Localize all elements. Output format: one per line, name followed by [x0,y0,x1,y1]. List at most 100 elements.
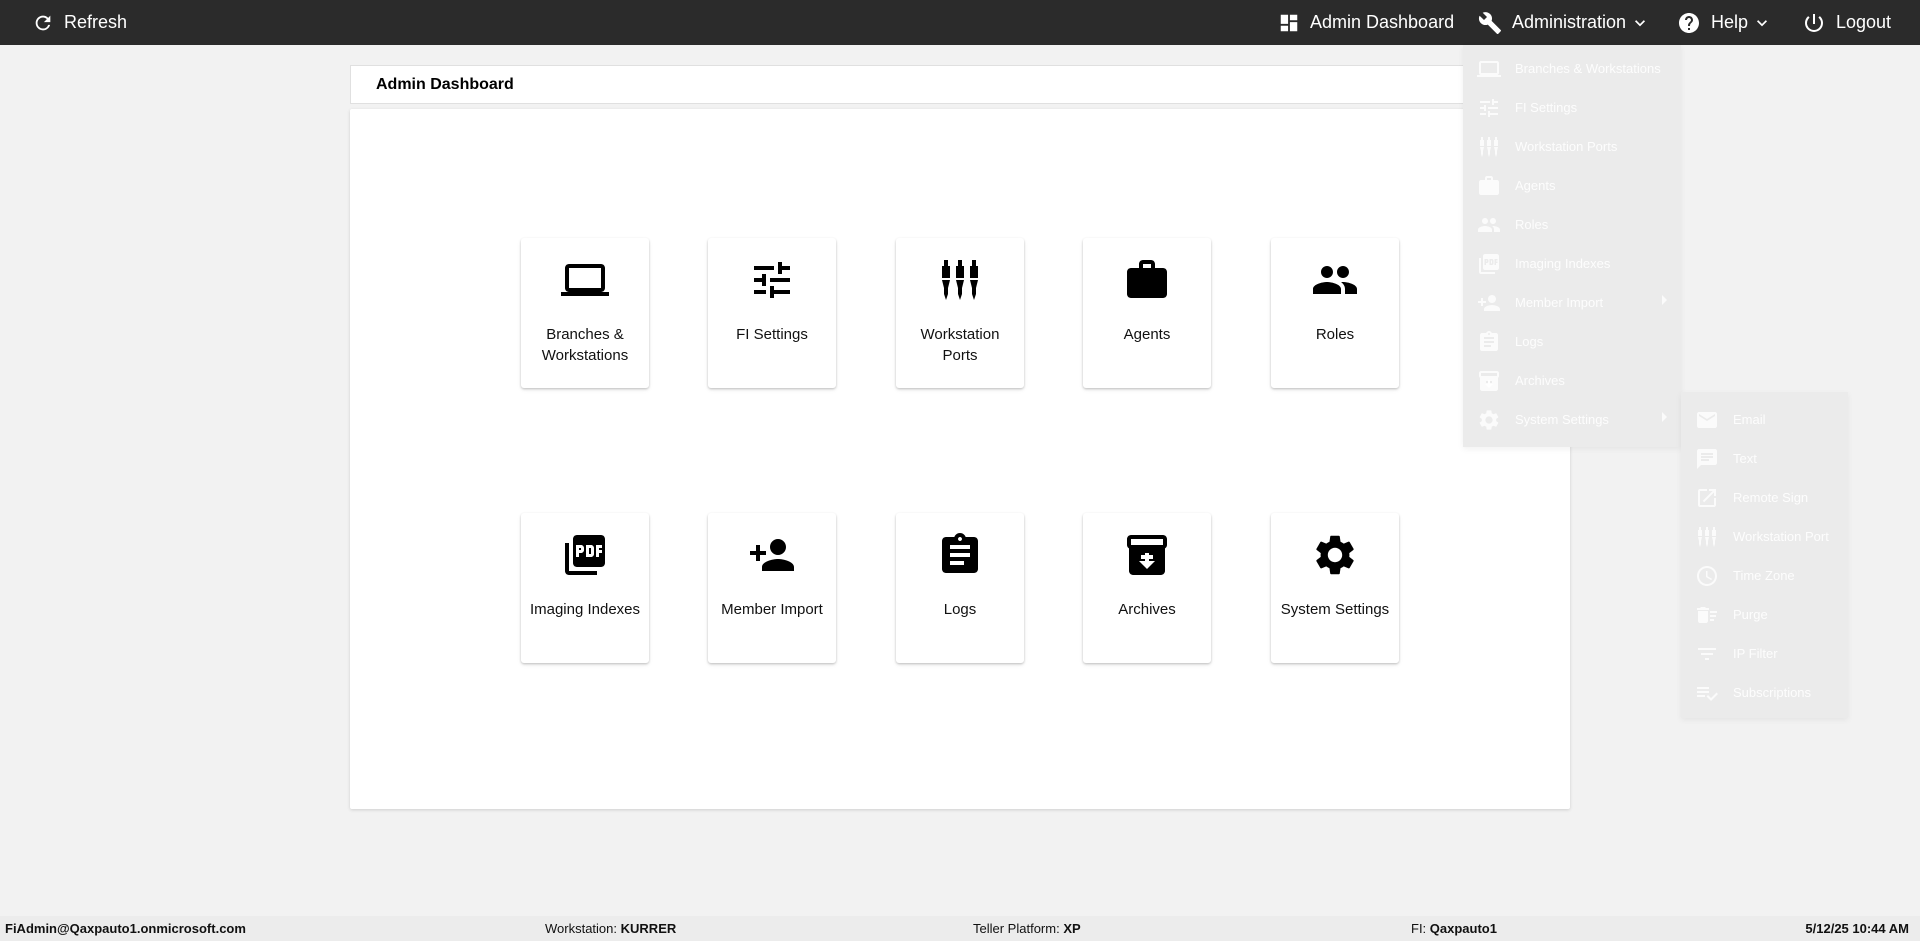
menu-item-label: Imaging Indexes [1515,256,1611,271]
tile-label: Agents [1123,326,1171,343]
menu-item-label: Workstation Port [1733,529,1829,544]
playlist-check-icon [1695,681,1719,705]
menu-item-imaging-indexes[interactable]: Imaging Indexes [1463,244,1681,283]
submenu-item-time-zone[interactable]: Time Zone [1681,556,1848,595]
laptop-icon [1477,57,1501,81]
clock-icon [1695,564,1719,588]
gear-icon [1477,408,1501,432]
menu-item-agents[interactable]: Agents [1463,166,1681,205]
tile-agents[interactable]: Agents [1083,238,1211,388]
person-add-icon [708,531,836,579]
menu-item-member-import[interactable]: Member Import [1463,283,1681,322]
clipboard-icon [896,531,1024,579]
menu-item-label: Member Import [1515,295,1604,310]
tile-label: Roles [1315,326,1355,343]
menu-item-label: FI Settings [1515,100,1578,115]
tile-member-import[interactable]: Member Import [708,513,836,663]
status-datetime: 5/12/25 10:44 AM [1805,916,1909,941]
tile-label: Logs [943,601,977,618]
menu-item-roles[interactable]: Roles [1463,205,1681,244]
tile-archives[interactable]: Archives [1083,513,1211,663]
tile-label: Workstation Ports [920,326,1000,364]
submenu-item-subscriptions[interactable]: Subscriptions [1681,673,1848,712]
tile-workstation-ports[interactable]: Workstation Ports [896,238,1024,388]
wrench-icon [1478,11,1502,35]
dashboard-icon [1278,12,1300,34]
submenu-item-text[interactable]: Text [1681,439,1848,478]
status-datetime-value: 5/12/25 10:44 AM [1805,921,1909,936]
status-workstation: Workstation: KURRER [545,916,676,941]
administration-menu-button[interactable]: Administration [1478,0,1650,45]
tile-label: System Settings [1280,601,1390,618]
status-user: FiAdmin@Qaxpauto1.onmicrosoft.com [5,916,246,941]
menu-item-fi-settings[interactable]: FI Settings [1463,88,1681,127]
gear-icon [1271,531,1399,579]
menu-item-label: Time Zone [1733,568,1795,583]
chevron-down-icon [1630,13,1650,33]
menu-item-branches-workstations[interactable]: Branches & Workstations [1463,49,1681,88]
logout-label: Logout [1836,12,1892,32]
ports-icon [896,256,1024,304]
help-menu-button[interactable]: Help [1677,0,1772,45]
menu-item-archives[interactable]: Archives [1463,361,1681,400]
submenu-item-purge[interactable]: Purge [1681,595,1848,634]
clipboard-icon [1477,330,1501,354]
logout-button[interactable]: Logout [1802,0,1891,45]
menu-item-workstation-ports[interactable]: Workstation Ports [1463,127,1681,166]
laptop-icon [521,256,649,304]
briefcase-icon [1083,256,1211,304]
briefcase-icon [1477,174,1501,198]
tile-logs[interactable]: Logs [896,513,1024,663]
tile-imaging-indexes[interactable]: Imaging Indexes [521,513,649,663]
submenu-item-email[interactable]: Email [1681,400,1848,439]
menu-item-label: IP Filter [1733,646,1778,661]
tile-fi-settings[interactable]: FI Settings [708,238,836,388]
refresh-label: Refresh [64,12,128,32]
menu-item-label: Text [1733,451,1757,466]
tile-label: Imaging Indexes [529,601,641,618]
pdf-icon [1477,252,1501,276]
administration-label: Administration [1512,12,1627,32]
status-teller-platform: Teller Platform: XP [973,916,1081,941]
menu-item-label: Branches & Workstations [1515,61,1661,76]
top-navbar: Refresh Admin Dashboard Administration H… [0,0,1920,45]
tile-branches-workstations[interactable]: Branches & Workstations [521,238,649,388]
pdf-icon [521,531,649,579]
dashboard-panel: Branches & Workstations FI Settings Work… [350,109,1570,809]
tile-label: Branches & Workstations [541,326,629,364]
menu-item-label: Remote Sign [1733,490,1809,505]
tune-icon [708,256,836,304]
administration-dropdown: Branches & Workstations FI Settings Work… [1463,45,1681,447]
help-label: Help [1711,12,1749,32]
refresh-button[interactable]: Refresh [32,0,127,45]
open-in-new-icon [1695,486,1719,510]
status-bar: FiAdmin@Qaxpauto1.onmicrosoft.com Workst… [0,916,1920,941]
menu-item-label: Purge [1733,607,1768,622]
submenu-item-remote-sign[interactable]: Remote Sign [1681,478,1848,517]
chevron-down-icon [1752,13,1772,33]
people-icon [1271,256,1399,304]
menu-item-label: Logs [1515,334,1544,349]
help-icon [1677,11,1701,35]
tile-label: FI Settings [736,326,808,343]
submenu-item-ip-filter[interactable]: IP Filter [1681,634,1848,673]
menu-item-system-settings[interactable]: System Settings [1463,400,1681,439]
menu-item-label: Workstation Ports [1515,139,1618,154]
archive-icon [1477,369,1501,393]
menu-item-label: Subscriptions [1733,685,1812,700]
status-fi-label: FI: [1411,921,1427,936]
page-title: Admin Dashboard [350,65,1570,104]
tile-roles[interactable]: Roles [1271,238,1399,388]
submenu-arrow-icon [1662,412,1667,422]
menu-item-label: System Settings [1515,412,1609,427]
archive-icon [1083,531,1211,579]
submenu-item-workstation-port[interactable]: Workstation Port [1681,517,1848,556]
delete-sweep-icon [1695,603,1719,627]
refresh-icon [32,12,54,34]
tile-label: Archives [1118,601,1176,618]
tile-system-settings[interactable]: System Settings [1271,513,1399,663]
ports-icon [1477,135,1501,159]
menu-item-logs[interactable]: Logs [1463,322,1681,361]
admin-dashboard-link[interactable]: Admin Dashboard [1278,0,1454,45]
menu-item-label: Email [1733,412,1766,427]
